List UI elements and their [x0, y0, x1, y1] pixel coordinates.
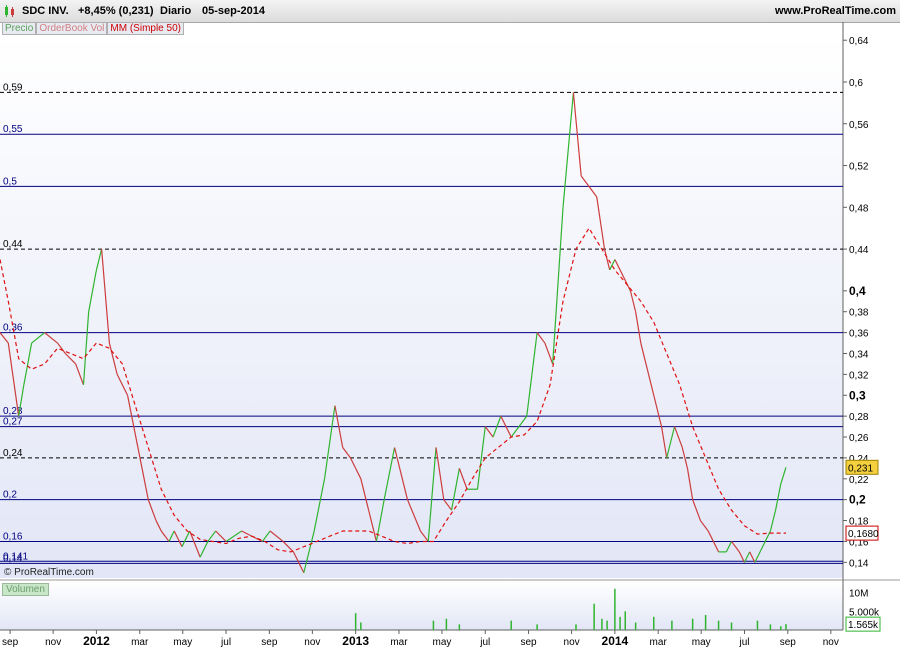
y-tick-label: 0,52 [849, 162, 869, 173]
x-tick-label: sep [520, 637, 537, 648]
x-tick-label: jul [738, 637, 749, 648]
y-tick-label: 0,34 [849, 349, 869, 360]
copyright-label: © ProRealTime.com [4, 567, 94, 578]
horizontal-line-label: 0,55 [3, 124, 23, 135]
y-tick-label: 0,14 [849, 558, 869, 569]
x-tick-label: nov [45, 637, 61, 648]
volume-tick-label: 10M [849, 589, 868, 600]
x-tick-label: may [433, 637, 452, 648]
x-tick-label: sep [780, 637, 797, 648]
horizontal-line-label: 0,14 [3, 553, 23, 564]
x-tick-label: may [173, 637, 192, 648]
volume-panel [0, 582, 843, 630]
volume-tick-label: 5.000k [849, 607, 880, 618]
y-tick-label: 0,22 [849, 475, 869, 486]
x-tick-label: mar [390, 637, 408, 648]
last-price-tag: 0,231 [848, 463, 873, 474]
x-tick-label: 2013 [342, 634, 369, 648]
horizontal-line-label: 0,16 [3, 531, 23, 542]
x-tick-label: mar [650, 637, 668, 648]
y-tick-label: 0,64 [849, 36, 869, 47]
y-tick-label: 0,6 [849, 78, 863, 89]
y-tick-label: 0,38 [849, 308, 869, 319]
x-tick-label: nov [564, 637, 580, 648]
x-tick-label: 2012 [83, 634, 110, 648]
x-tick-label: may [692, 637, 711, 648]
y-tick-label: 0,28 [849, 412, 869, 423]
price-panel [0, 35, 843, 578]
horizontal-line-label: 0,59 [3, 82, 23, 93]
x-tick-label: nov [823, 637, 839, 648]
y-tick-label: 0,56 [849, 120, 869, 131]
y-tick-label: 0,44 [849, 245, 869, 256]
y-tick-label: 0,32 [849, 370, 869, 381]
volume-legend[interactable]: Volumen [2, 583, 49, 596]
horizontal-line-label: 0,24 [3, 448, 23, 459]
x-tick-label: mar [131, 637, 149, 648]
y-tick-label: 0,26 [849, 433, 869, 444]
volume-value-tag: 1.565k [848, 620, 879, 631]
x-tick-label: sep [2, 637, 19, 648]
y-tick-label: 0,36 [849, 329, 869, 340]
x-tick-label: nov [304, 637, 320, 648]
y-tick-label: 0,2 [849, 493, 866, 507]
price-chart[interactable]: 0,59 0,55 0,5 0,44 0,36 0,28 0,27 0,24 0,2 0,16 0,… [0, 0, 900, 650]
horizontal-line-label: 0,44 [3, 239, 23, 250]
ma-value-tag: 0,1680 [848, 529, 879, 540]
x-tick-label: sep [261, 637, 278, 648]
x-tick-label: jul [220, 637, 231, 648]
y-tick-label: 0,48 [849, 203, 869, 214]
y-tick-label: 0,3 [849, 388, 866, 402]
y-tick-label: 0,4 [849, 284, 866, 298]
x-tick-label: 2014 [602, 634, 629, 648]
horizontal-line-label: 0,27 [3, 417, 23, 428]
horizontal-line-label: 0,2 [3, 490, 17, 501]
x-tick-label: jul [479, 637, 490, 648]
horizontal-line-label: 0,5 [3, 176, 17, 187]
